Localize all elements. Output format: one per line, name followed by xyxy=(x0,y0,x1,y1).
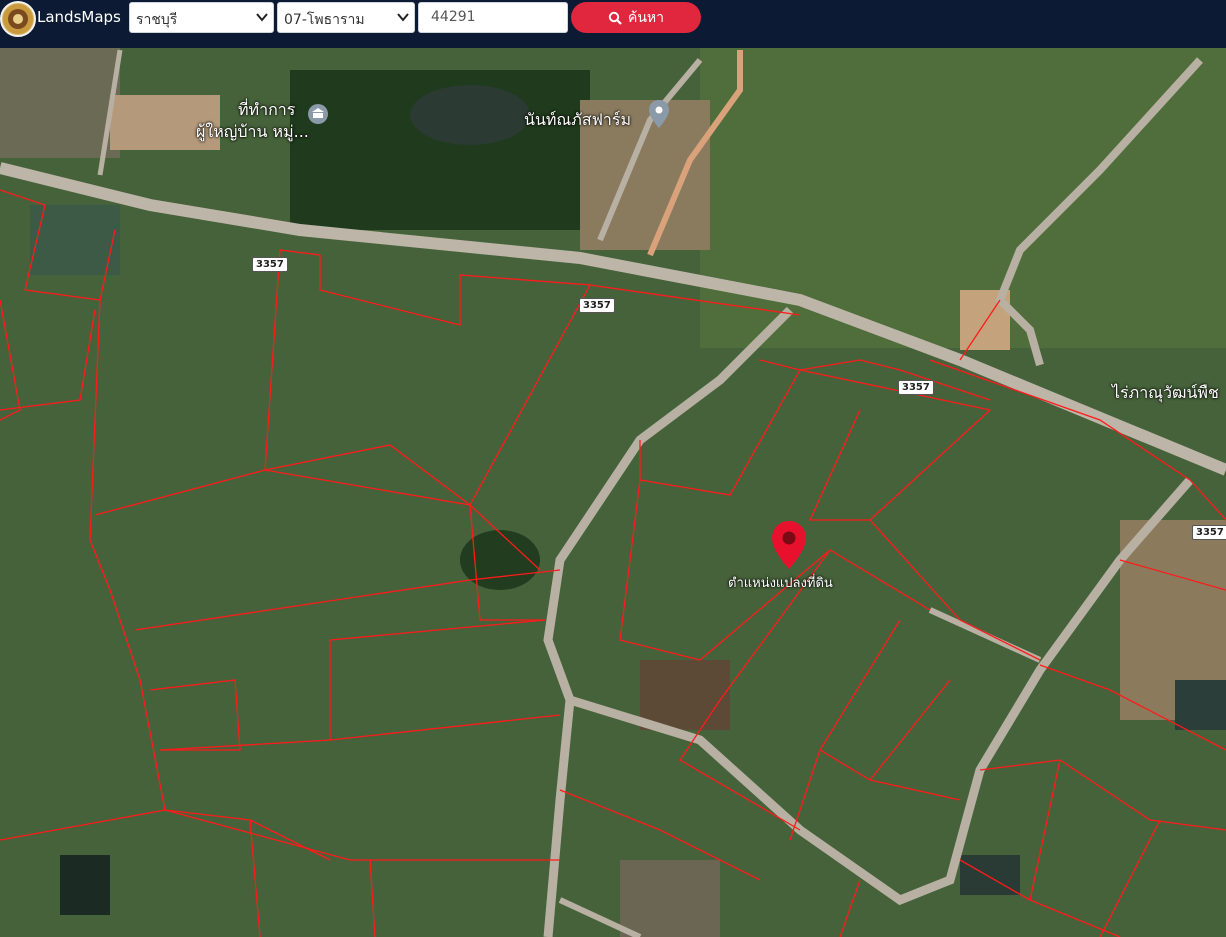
district-select-value: 07-โพธาราม xyxy=(284,12,365,28)
parcel-number-value: 44291 xyxy=(431,9,476,25)
parcel-location-label: ตำแหน่งแปลงที่ดิน xyxy=(728,576,833,591)
district-select[interactable]: 07-โพธาราม xyxy=(277,2,415,33)
road-shield-3357: 3357 xyxy=(252,257,288,272)
search-icon xyxy=(608,11,622,25)
road-shield-3357: 3357 xyxy=(898,380,934,395)
province-select[interactable]: ราชบุรี xyxy=(129,2,274,33)
map-canvas xyxy=(0,48,1226,937)
province-select-value: ราชบุรี xyxy=(136,12,178,28)
search-button-label: ค้นหา xyxy=(627,9,665,26)
parcel-number-input[interactable]: 44291 xyxy=(418,2,568,33)
museum-icon[interactable] xyxy=(307,103,329,125)
place-label-plantation: ไร่ภาณุวัฒน์พืช xyxy=(1112,383,1219,402)
chevron-down-icon xyxy=(397,13,409,22)
road-shield-3357: 3357 xyxy=(579,298,615,313)
road-shield-3357: 3357 xyxy=(1192,525,1226,540)
chevron-down-icon xyxy=(256,13,268,22)
brand-name: LandsMaps xyxy=(37,8,121,26)
search-button[interactable]: ค้นหา xyxy=(571,2,701,33)
landsmaps-logo-icon xyxy=(0,1,36,37)
satellite-map[interactable]: ที่ทำการ ผู้ใหญ่บ้าน หมู่... นันท์ณภัสฟา… xyxy=(0,48,1226,937)
place-label-farm: นันท์ณภัสฟาร์ม xyxy=(524,110,632,129)
map-pin-icon[interactable] xyxy=(649,100,669,128)
top-bar: LandsMaps ราชบุรี 07-โพธาราม 44291 ค้นหา xyxy=(0,0,1226,48)
place-label-office-line2: ผู้ใหญ่บ้าน หมู่... xyxy=(196,122,309,141)
parcel-location-marker-icon[interactable] xyxy=(771,520,807,570)
